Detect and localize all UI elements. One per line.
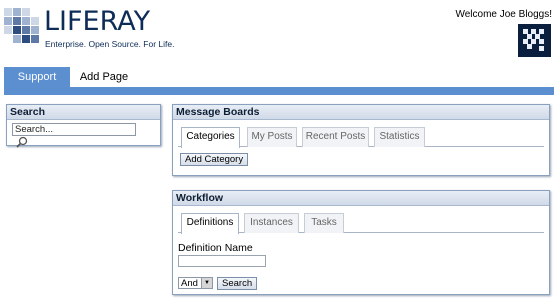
definition-name-label: Definition Name bbox=[178, 242, 253, 254]
add-category-button[interactable]: Add Category bbox=[180, 153, 249, 166]
operator-select[interactable]: And ▼ bbox=[178, 277, 213, 289]
search-portlet: Search bbox=[6, 104, 161, 148]
logo-grid-icon bbox=[4, 8, 39, 43]
logo-wordmark: LIFERAY bbox=[44, 6, 151, 37]
operator-select-value: And bbox=[181, 277, 198, 289]
workflow-portlet: Workflow Definitions Instances Tasks Def… bbox=[172, 190, 550, 295]
message-boards-title: Message Boards bbox=[173, 105, 549, 120]
tab-categories[interactable]: Categories bbox=[181, 127, 240, 148]
welcome-message[interactable]: Welcome Joe Bloggs! bbox=[455, 9, 552, 20]
tab-my-posts[interactable]: My Posts bbox=[247, 127, 297, 147]
chevron-down-icon[interactable]: ▼ bbox=[201, 278, 212, 288]
search-button[interactable]: Search bbox=[217, 276, 258, 290]
user-avatar[interactable] bbox=[518, 24, 551, 57]
avatar-pattern-icon bbox=[523, 29, 544, 51]
definition-name-input[interactable] bbox=[178, 255, 266, 267]
tab-tasks[interactable]: Tasks bbox=[304, 213, 344, 233]
liferay-logo[interactable]: LIFERAY Enterprise. Open Source. For Lif… bbox=[4, 6, 174, 50]
tab-recent-posts[interactable]: Recent Posts bbox=[302, 127, 369, 147]
search-input[interactable] bbox=[12, 123, 136, 136]
nav-tab-support[interactable]: Support bbox=[4, 67, 70, 89]
nav-tab-add-page[interactable]: Add Page bbox=[70, 67, 138, 87]
logo-tagline: Enterprise. Open Source. For Life. bbox=[45, 39, 175, 49]
tab-definitions[interactable]: Definitions bbox=[181, 213, 239, 234]
workflow-tabs: Definitions Instances Tasks bbox=[178, 213, 544, 234]
workflow-title: Workflow bbox=[173, 191, 549, 206]
search-icon[interactable] bbox=[16, 136, 28, 148]
message-boards-tabs: Categories My Posts Recent Posts Statist… bbox=[178, 127, 544, 148]
tab-statistics[interactable]: Statistics bbox=[374, 127, 425, 147]
search-portlet-title: Search bbox=[7, 105, 160, 120]
nav-bar bbox=[4, 87, 554, 95]
tab-instances[interactable]: Instances bbox=[244, 213, 299, 233]
message-boards-portlet: Message Boards Categories My Posts Recen… bbox=[172, 104, 550, 176]
